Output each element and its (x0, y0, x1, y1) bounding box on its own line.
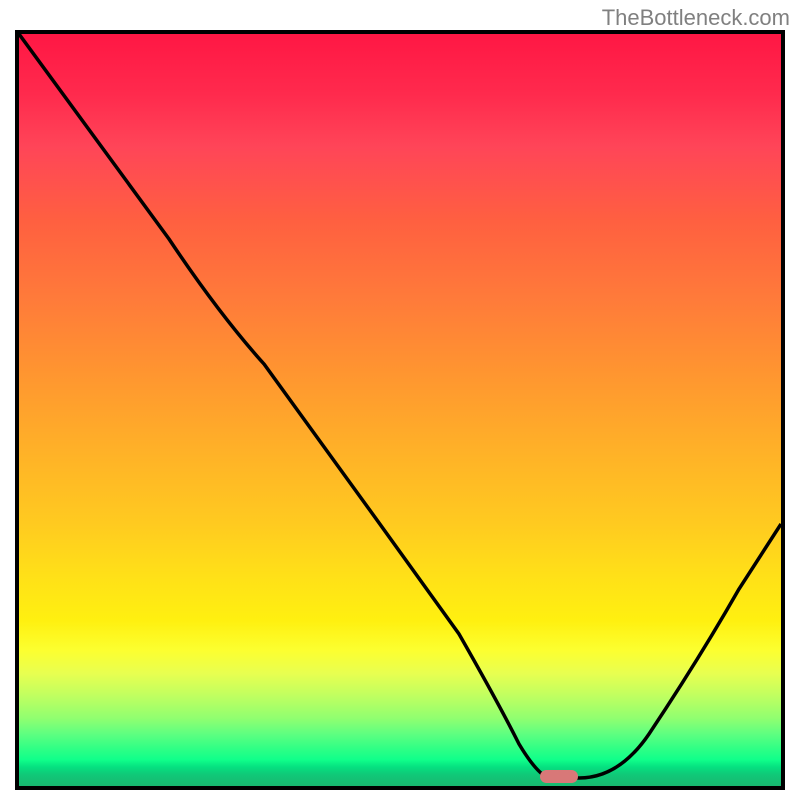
optimal-marker (540, 770, 578, 783)
watermark-text: TheBottleneck.com (602, 5, 790, 31)
bottleneck-curve (19, 34, 781, 786)
chart-container (15, 30, 785, 790)
